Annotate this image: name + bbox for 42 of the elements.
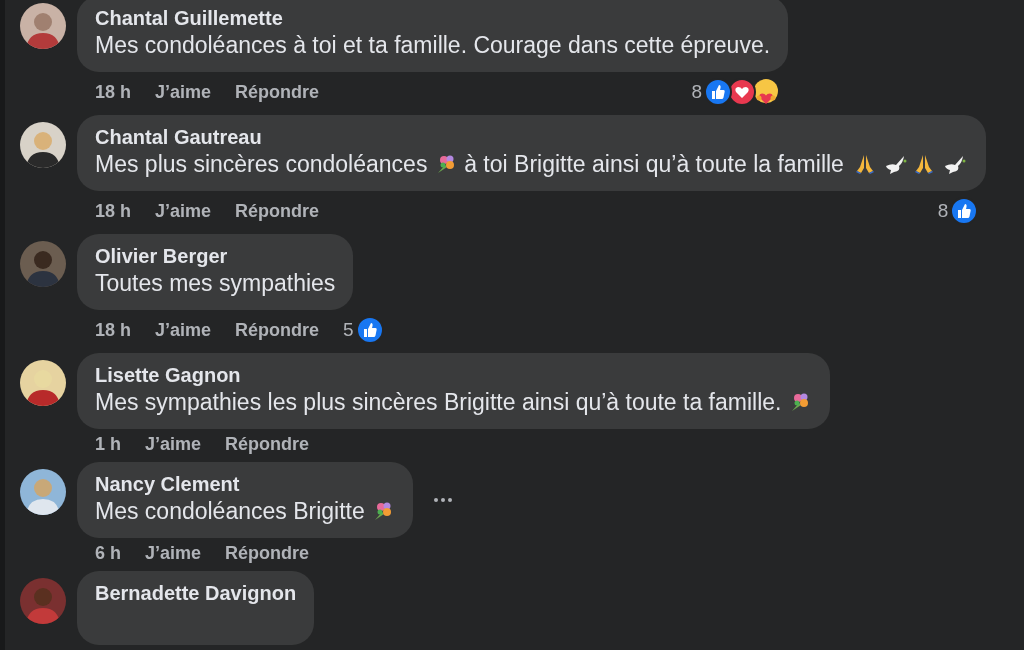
- avatar[interactable]: [20, 3, 66, 49]
- reaction-count[interactable]: 5: [343, 321, 354, 339]
- author-name[interactable]: Chantal Gautreau: [95, 125, 262, 149]
- like-reaction-icon[interactable]: [355, 316, 384, 344]
- more-icon: [433, 497, 454, 503]
- hug-reaction-icon[interactable]: [752, 78, 781, 106]
- reaction-count[interactable]: 8: [937, 202, 949, 220]
- avatar[interactable]: [20, 360, 66, 406]
- reply-link[interactable]: Répondre: [235, 321, 320, 339]
- timestamp[interactable]: 18 h: [95, 202, 132, 220]
- like-link[interactable]: J’aime: [155, 321, 212, 339]
- avatar[interactable]: [20, 469, 66, 515]
- reply-link[interactable]: Répondre: [225, 435, 310, 453]
- timestamp[interactable]: 18 h: [95, 83, 132, 101]
- like-link[interactable]: J’aime: [145, 435, 202, 453]
- comment-text: Toutes mes sympathies: [95, 270, 336, 296]
- author-name[interactable]: Lisette Gagnon: [95, 363, 241, 387]
- like-reaction-icon[interactable]: [704, 78, 733, 106]
- timestamp[interactable]: 18 h: [95, 321, 132, 339]
- author-name[interactable]: Bernadette Davignon: [95, 581, 297, 605]
- author-name[interactable]: Chantal Guillemette: [95, 6, 283, 30]
- like-link[interactable]: J’aime: [155, 83, 212, 101]
- author-name[interactable]: Olivier Berger: [95, 244, 228, 268]
- avatar[interactable]: [20, 122, 66, 168]
- comment-text: Mes sympathies les plus sincères Brigitte ainsi qu’à toute ta famille.: [95, 389, 783, 415]
- comment-text: Mes plus sincères condoléances: [95, 151, 429, 177]
- timestamp[interactable]: 6 h: [95, 544, 121, 562]
- comment-text: Mes condoléances à toi et ta famille. Courage dans cette épreuve.: [95, 32, 771, 58]
- praying-hands-icon: [913, 153, 936, 175]
- like-link[interactable]: J’aime: [145, 544, 202, 562]
- reply-link[interactable]: Répondre: [235, 202, 320, 220]
- comment-text: à toi Brigitte ainsi qu’à toute la famille: [463, 151, 845, 177]
- comment-text: Mes condoléances Brigitte: [95, 498, 366, 524]
- reply-link[interactable]: Répondre: [225, 544, 310, 562]
- author-name[interactable]: Nancy Clement: [95, 472, 240, 496]
- timestamp[interactable]: 1 h: [95, 435, 121, 453]
- praying-hands-icon: [854, 153, 877, 175]
- reaction-count[interactable]: 8: [691, 83, 703, 101]
- like-link[interactable]: J’aime: [155, 202, 212, 220]
- like-reaction-icon[interactable]: [950, 197, 979, 225]
- heart-reaction-icon[interactable]: [728, 78, 757, 106]
- reply-link[interactable]: Répondre: [235, 83, 320, 101]
